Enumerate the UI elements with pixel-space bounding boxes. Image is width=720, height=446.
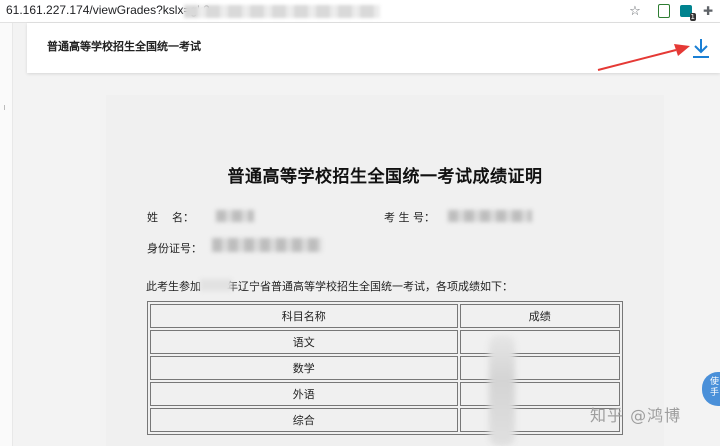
download-icon[interactable] (691, 37, 711, 59)
browser-address-bar[interactable]: 61.161.227.174/viewGrades?kslx=gk8 ☆ ✚ (0, 0, 720, 23)
table-row: 语文 (150, 330, 620, 354)
side-widget-label-2: 手 (710, 388, 720, 398)
star-icon[interactable]: ☆ (626, 2, 644, 20)
puzzle-icon[interactable]: ✚ (699, 2, 717, 20)
id-number-redacted (212, 238, 322, 252)
subject-cell: 数学 (150, 356, 458, 380)
name-label: 姓 名： (147, 211, 194, 224)
score-cell (459, 356, 620, 380)
url-text[interactable]: 61.161.227.174/viewGrades?kslx=gk8 (6, 3, 210, 17)
page-title: 普通高等学校招生全国统一考试 (47, 40, 201, 53)
url-redacted (184, 5, 380, 18)
badge-extension-icon[interactable] (677, 2, 696, 21)
table-row: 综合 (150, 408, 620, 432)
exam-year-redacted (200, 279, 232, 291)
header-score: 成绩 (459, 304, 620, 328)
subject-cell: 综合 (150, 408, 458, 432)
score-cell (459, 330, 620, 354)
id-number-label: 身份证号： (147, 242, 202, 255)
subject-cell: 外语 (150, 382, 458, 406)
table-row: 数学 (150, 356, 620, 380)
grade-certificate: 普通高等学校招生全国统一考试成绩证明 姓 名： 考 生 号： 身份证号： 此考生… (106, 95, 664, 446)
table-header-row: 科目名称 成绩 (150, 304, 620, 328)
grades-table: 科目名称 成绩 语文 数学 外语 综合 (147, 301, 623, 435)
table-row: 外语 (150, 382, 620, 406)
exam-number-redacted (448, 210, 532, 222)
header-subject: 科目名称 (150, 304, 458, 328)
name-value-redacted (216, 210, 254, 222)
side-widget-label-1: 使 (710, 377, 720, 387)
scores-redacted (489, 335, 515, 446)
left-sidebar-strip (0, 23, 13, 446)
page-header: 普通高等学校招生全国统一考试 (27, 23, 720, 73)
side-helper-widget[interactable]: 使 手 (702, 372, 720, 406)
certificate-title: 普通高等学校招生全国统一考试成绩证明 (227, 167, 543, 187)
extension-icon[interactable] (655, 2, 673, 20)
subject-cell: 语文 (150, 330, 458, 354)
exam-number-label: 考 生 号： (384, 211, 435, 224)
watermark: 知乎 @鸿博 (590, 406, 682, 425)
